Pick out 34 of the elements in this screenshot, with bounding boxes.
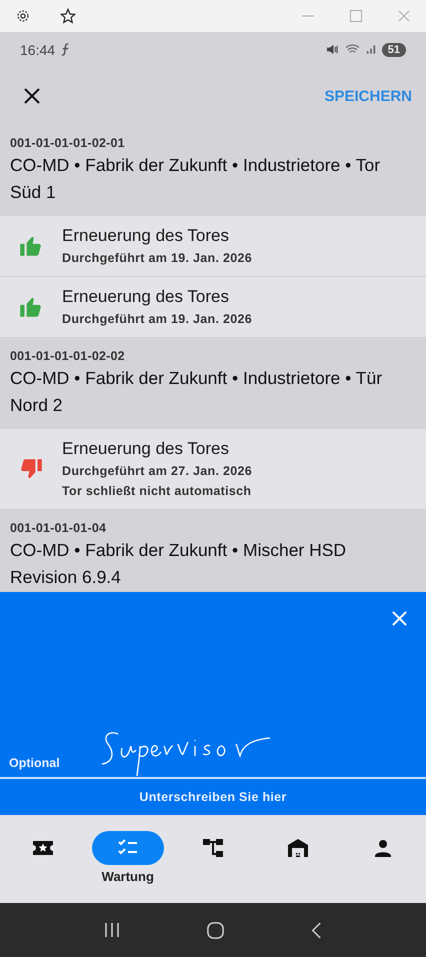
task-title: Erneuerung des Tores: [62, 286, 230, 308]
asset-code: 001-01-01-01-02-01: [10, 136, 126, 150]
checklist-tab[interactable]: [92, 831, 164, 865]
task-date: Durchgeführt am 19. Jan. 2026: [62, 311, 252, 328]
hierarchy-icon: [200, 836, 225, 860]
battery-indicator: 51: [382, 42, 406, 56]
signature-panel[interactable]: Optional Unterschreiben Sie hier: [0, 592, 426, 815]
task-date: Durchgeführt am 19. Jan. 2026: [62, 250, 252, 267]
task-row[interactable]: Erneuerung des Tores Durchgeführt am 19. Jan. 2026: [0, 216, 426, 277]
task-title: Erneuerung des Tores: [62, 225, 230, 247]
asset-title: CO-MD • Fabrik der Zukunft • Industrietore • Tür Nord 2: [10, 367, 384, 417]
star-icon[interactable]: [60, 8, 76, 24]
garage-icon: [286, 836, 310, 860]
task-row[interactable]: Erneuerung des Tores Durchgeführt am 19. Jan. 2026: [0, 277, 426, 338]
close-icon[interactable]: [24, 88, 40, 104]
asset-code: 001-01-01-01-02-02: [10, 349, 126, 363]
task-title: Erneuerung des Tores: [62, 438, 230, 460]
task-date: Durchgeführt am 27. Jan. 2026: [62, 463, 252, 480]
signal-icon: [366, 44, 376, 55]
recent-apps-icon[interactable]: [102, 921, 121, 939]
task-note: Tor schließt nicht automatisch: [62, 483, 252, 500]
clock: 16:44: [20, 42, 56, 58]
asset-title: CO-MD • Fabrik der Zukunft • Industrietore • Tor Süd 1: [10, 154, 382, 204]
task-row[interactable]: Erneuerung des Tores Durchgeführt am 27. Jan. 2026 Tor schließt nicht automatisch: [0, 429, 426, 510]
app-icon: [61, 42, 70, 57]
wifi-icon: [344, 44, 360, 55]
asset-title: CO-MD • Fabrik der Zukunft • Mischer HSD Revision 6.9.4: [10, 539, 348, 589]
home-icon[interactable]: [206, 920, 225, 940]
back-icon[interactable]: [310, 920, 324, 940]
settings-icon[interactable]: [16, 9, 30, 23]
asset-code: 001-01-01-01-04: [10, 521, 108, 535]
signature-label: Optional: [8, 756, 60, 772]
tab-label: Wartung: [102, 869, 154, 884]
mute-icon: [326, 44, 339, 55]
